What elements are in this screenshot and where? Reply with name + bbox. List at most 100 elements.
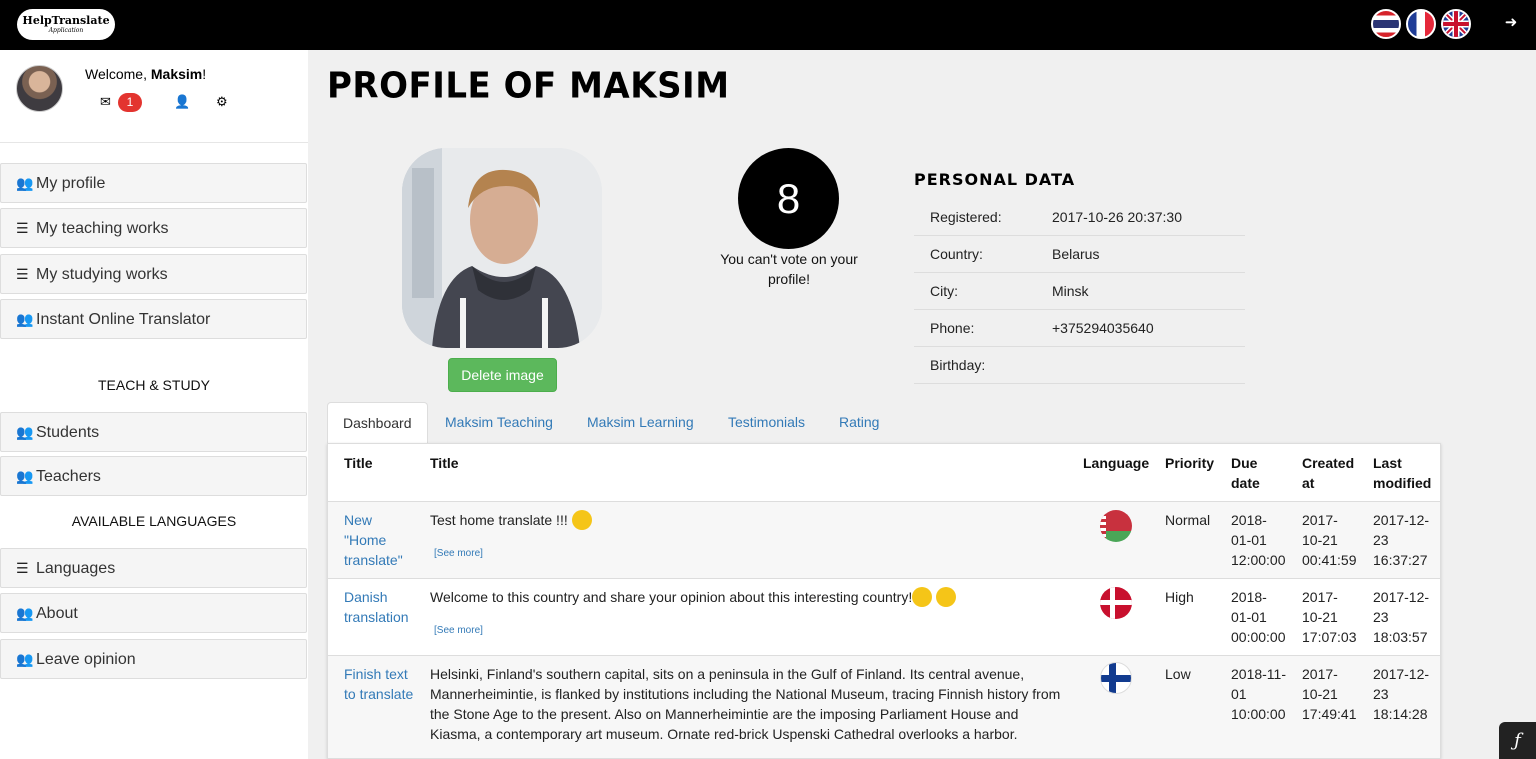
logo-subtitle: Application bbox=[48, 27, 84, 34]
date-line: 23 bbox=[1373, 686, 1389, 702]
text-line: Kiasma, a contemporary art museum. Ornat… bbox=[430, 726, 1018, 742]
title-line: translation bbox=[344, 609, 409, 625]
row-due-date: 2018- 01-01 12:00:00 bbox=[1231, 510, 1286, 570]
symfony-toolbar-icon[interactable]: ƒ bbox=[1499, 722, 1536, 759]
sidebar-item-my-teaching-works[interactable]: ☰ My teaching works bbox=[0, 208, 307, 248]
sidebar-item-label: About bbox=[36, 605, 78, 622]
date-line: 23 bbox=[1373, 609, 1389, 625]
row-title-link[interactable]: New "Home translate" bbox=[344, 510, 403, 570]
see-more-link[interactable]: [See more] bbox=[434, 548, 483, 559]
available-languages-heading: AVAILABLE LANGUAGES bbox=[71, 513, 237, 529]
sidebar-item-label: Teachers bbox=[36, 468, 101, 485]
app-logo[interactable]: HelpTranslate Application bbox=[17, 9, 115, 40]
avatar[interactable] bbox=[16, 65, 63, 112]
gear-icon[interactable]: ⚙ bbox=[216, 92, 228, 112]
sidebar-item-about[interactable]: 👥 About bbox=[0, 593, 307, 633]
title-line: Danish bbox=[344, 589, 388, 605]
date-line: 00:00:00 bbox=[1231, 629, 1286, 645]
date-line: 12:00:00 bbox=[1231, 552, 1286, 568]
tab-dashboard[interactable]: Dashboard bbox=[327, 402, 428, 444]
sidebar-item-label: Students bbox=[36, 424, 100, 441]
personal-data-key: Registered: bbox=[930, 209, 1002, 225]
sidebar-item-label: My studying works bbox=[36, 266, 168, 283]
sidebar-item-teachers[interactable]: 👥 Teachers bbox=[0, 456, 307, 496]
row-priority: Normal bbox=[1165, 512, 1211, 528]
date-line: 10-21 bbox=[1302, 609, 1338, 625]
personal-data-row: Country: Belarus bbox=[914, 236, 1245, 273]
header-line: Last bbox=[1373, 455, 1402, 471]
vote-count: 8 bbox=[738, 148, 839, 249]
logo-title: HelpTranslate bbox=[22, 14, 110, 27]
row-priority: High bbox=[1165, 589, 1194, 605]
date-line: 01-01 bbox=[1231, 609, 1267, 625]
messages-badge[interactable]: 1 bbox=[118, 93, 142, 112]
list-icon: ☰ bbox=[16, 266, 29, 282]
sidebar-item-my-profile[interactable]: 👥 My profile bbox=[0, 163, 307, 203]
column-header-due-date[interactable]: Due date bbox=[1231, 453, 1260, 493]
sidebar-item-instant-translator[interactable]: 👥 Instant Online Translator bbox=[0, 299, 307, 339]
row-text: Helsinki, Finland's southern capital, si… bbox=[430, 664, 1070, 744]
personal-data-row: City: Minsk bbox=[914, 273, 1245, 310]
tab-rating[interactable]: Rating bbox=[824, 402, 894, 444]
sidebar-item-leave-opinion[interactable]: 👥 Leave opinion bbox=[0, 639, 307, 679]
row-last-modified: 2017-12- 23 16:37:27 bbox=[1373, 510, 1429, 570]
uk-flag-icon[interactable] bbox=[1441, 9, 1471, 39]
personal-data-value: 2017-10-26 20:37:30 bbox=[1052, 209, 1182, 225]
sidebar-item-label: Languages bbox=[36, 560, 116, 577]
dashboard-table: Title Title Language Priority Due date Cr… bbox=[327, 443, 1441, 759]
date-line: 17:49:41 bbox=[1302, 706, 1357, 722]
header-line: Due bbox=[1231, 455, 1258, 471]
thai-flag-icon[interactable] bbox=[1371, 9, 1401, 39]
personal-data-title: Personal data bbox=[914, 170, 1076, 189]
see-more-link[interactable]: [See more] bbox=[434, 625, 483, 636]
title-line: "Home bbox=[344, 532, 387, 548]
row-due-date: 2018-11- 01 10:00:00 bbox=[1231, 664, 1286, 724]
sidebar-item-languages[interactable]: ☰ Languages bbox=[0, 548, 307, 588]
date-line: 10:00:00 bbox=[1231, 706, 1286, 722]
column-header-title[interactable]: Title bbox=[430, 453, 459, 473]
sidebar-divider bbox=[0, 142, 308, 143]
row-created-at: 2017- 10-21 17:07:03 bbox=[1302, 587, 1357, 647]
sign-out-icon[interactable]: ➜ bbox=[1500, 12, 1522, 34]
date-line: 2017- bbox=[1302, 666, 1338, 682]
column-header-language[interactable]: Language bbox=[1083, 453, 1149, 473]
tab-testimonials[interactable]: Testimonials bbox=[713, 402, 820, 444]
row-created-at: 2017- 10-21 00:41:59 bbox=[1302, 510, 1357, 570]
personal-data-table: Registered: 2017-10-26 20:37:30 Country: B… bbox=[914, 199, 1245, 384]
column-header-title[interactable]: Title bbox=[344, 453, 373, 473]
envelope-icon[interactable]: ✉ bbox=[100, 92, 111, 112]
column-header-priority[interactable]: Priority bbox=[1165, 453, 1214, 473]
table-row[interactable]: New "Home translate" Test home translate !… bbox=[328, 501, 1440, 578]
row-due-date: 2018- 01-01 00:00:00 bbox=[1231, 587, 1286, 647]
column-header-last-modified[interactable]: Last modified bbox=[1373, 453, 1431, 493]
row-created-at: 2017- 10-21 17:49:41 bbox=[1302, 664, 1357, 724]
welcome-prefix: Welcome, bbox=[85, 66, 151, 82]
date-line: 18:03:57 bbox=[1373, 629, 1428, 645]
users-icon: 👥 bbox=[16, 311, 34, 327]
sidebar-item-my-studying-works[interactable]: ☰ My studying works bbox=[0, 254, 307, 294]
row-title-link[interactable]: Danish translation bbox=[344, 587, 409, 627]
french-flag-icon[interactable] bbox=[1406, 9, 1436, 39]
date-line: 01-01 bbox=[1231, 532, 1267, 548]
sidebar-item-students[interactable]: 👥 Students bbox=[0, 412, 307, 452]
users-icon: 👥 bbox=[16, 175, 34, 191]
column-header-created-at[interactable]: Created at bbox=[1302, 453, 1354, 493]
date-line: 16:37:27 bbox=[1373, 552, 1428, 568]
row-title-link[interactable]: Finish text to translate bbox=[344, 664, 413, 704]
date-line: 2017-12- bbox=[1373, 512, 1430, 528]
table-row[interactable]: Danish translation Welcome to this countr… bbox=[328, 578, 1440, 655]
profile-tabs: Dashboard Maksim Teaching Maksim Learnin… bbox=[327, 402, 1441, 444]
belarus-flag-icon bbox=[1100, 510, 1132, 542]
date-line: 01 bbox=[1231, 686, 1247, 702]
tab-maksim-teaching[interactable]: Maksim Teaching bbox=[430, 402, 568, 444]
date-line: 00:41:59 bbox=[1302, 552, 1357, 568]
tab-maksim-learning[interactable]: Maksim Learning bbox=[572, 402, 709, 444]
user-icon[interactable]: 👤 bbox=[174, 92, 190, 112]
row-text-content: Test home translate !!! bbox=[430, 512, 568, 528]
delete-image-button[interactable]: Delete image bbox=[448, 358, 557, 392]
table-row[interactable]: Finish text to translate Helsinki, Finlan… bbox=[328, 655, 1440, 758]
welcome-text: Welcome, Maksim! bbox=[85, 66, 206, 82]
title-line: Finish text bbox=[344, 666, 408, 682]
date-line: 2017-12- bbox=[1373, 666, 1430, 682]
personal-data-row: Registered: 2017-10-26 20:37:30 bbox=[914, 199, 1245, 236]
